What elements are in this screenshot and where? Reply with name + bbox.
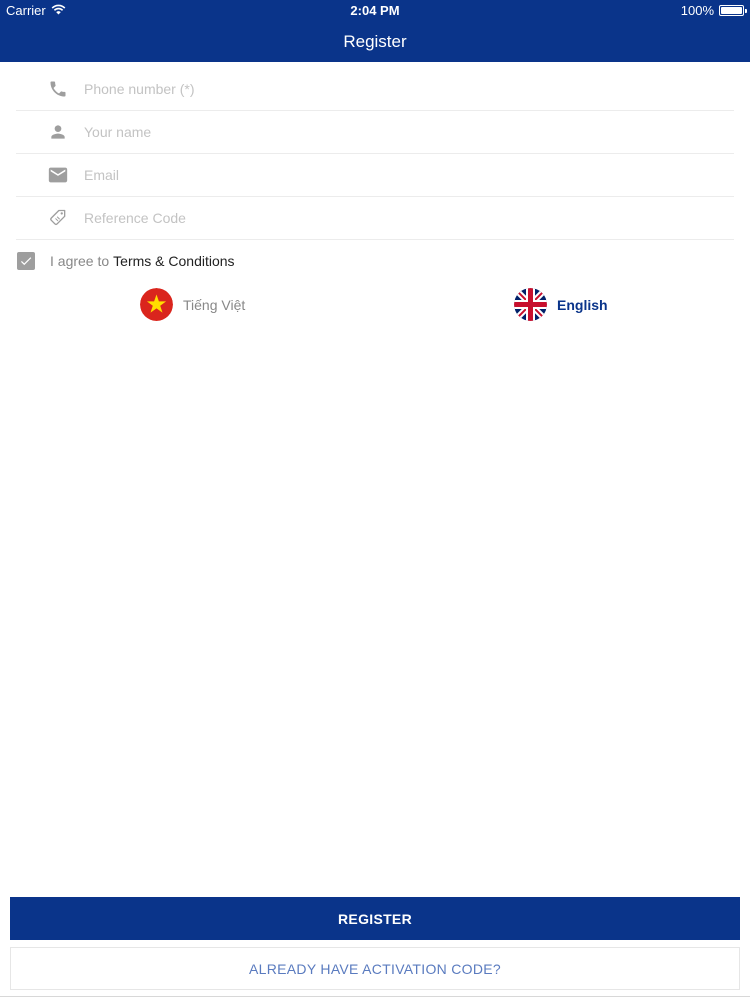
status-bar: Carrier 2:04 PM 100% (0, 0, 750, 22)
terms-conditions-link[interactable]: Terms & Conditions (113, 253, 234, 269)
status-time: 2:04 PM (350, 3, 400, 18)
bottom-divider (0, 996, 750, 997)
reference-code-input[interactable] (84, 203, 734, 233)
mail-icon (47, 164, 69, 186)
language-label-english: English (557, 296, 608, 313)
email-field-row (16, 154, 734, 197)
phone-icon (47, 78, 69, 100)
reference-field-row (16, 197, 734, 240)
agree-checkbox[interactable] (17, 252, 35, 270)
language-option-vietnamese[interactable]: Tiếng Việt (140, 288, 245, 321)
your-name-input[interactable] (84, 117, 734, 147)
battery-nub (745, 9, 747, 13)
email-input[interactable] (84, 160, 734, 190)
navigation-header: Carrier 2:04 PM 100% Register (0, 0, 750, 62)
language-label-vietnamese: Tiếng Việt (183, 296, 246, 313)
language-option-english[interactable]: English (514, 288, 608, 321)
name-field-row (16, 111, 734, 154)
phone-number-input[interactable] (84, 74, 734, 104)
uk-flag-icon (514, 288, 547, 321)
phone-field-row (16, 68, 734, 111)
register-form (16, 68, 734, 240)
status-right: 100% (680, 3, 747, 18)
battery-percent: 100% (680, 3, 714, 18)
battery-fill (721, 7, 742, 14)
vietnam-flag-icon (140, 288, 173, 321)
tag-icon (47, 207, 69, 229)
check-icon (20, 257, 32, 266)
person-icon (47, 121, 69, 143)
battery-icon (719, 5, 747, 16)
terms-agreement-row: I agree to Terms & Conditions (17, 251, 235, 271)
activation-code-button[interactable]: ALREADY HAVE ACTIVATION CODE? (10, 947, 740, 990)
agree-text: I agree to (50, 253, 110, 269)
register-button[interactable]: REGISTER (10, 897, 740, 940)
page-title: Register (343, 32, 407, 51)
